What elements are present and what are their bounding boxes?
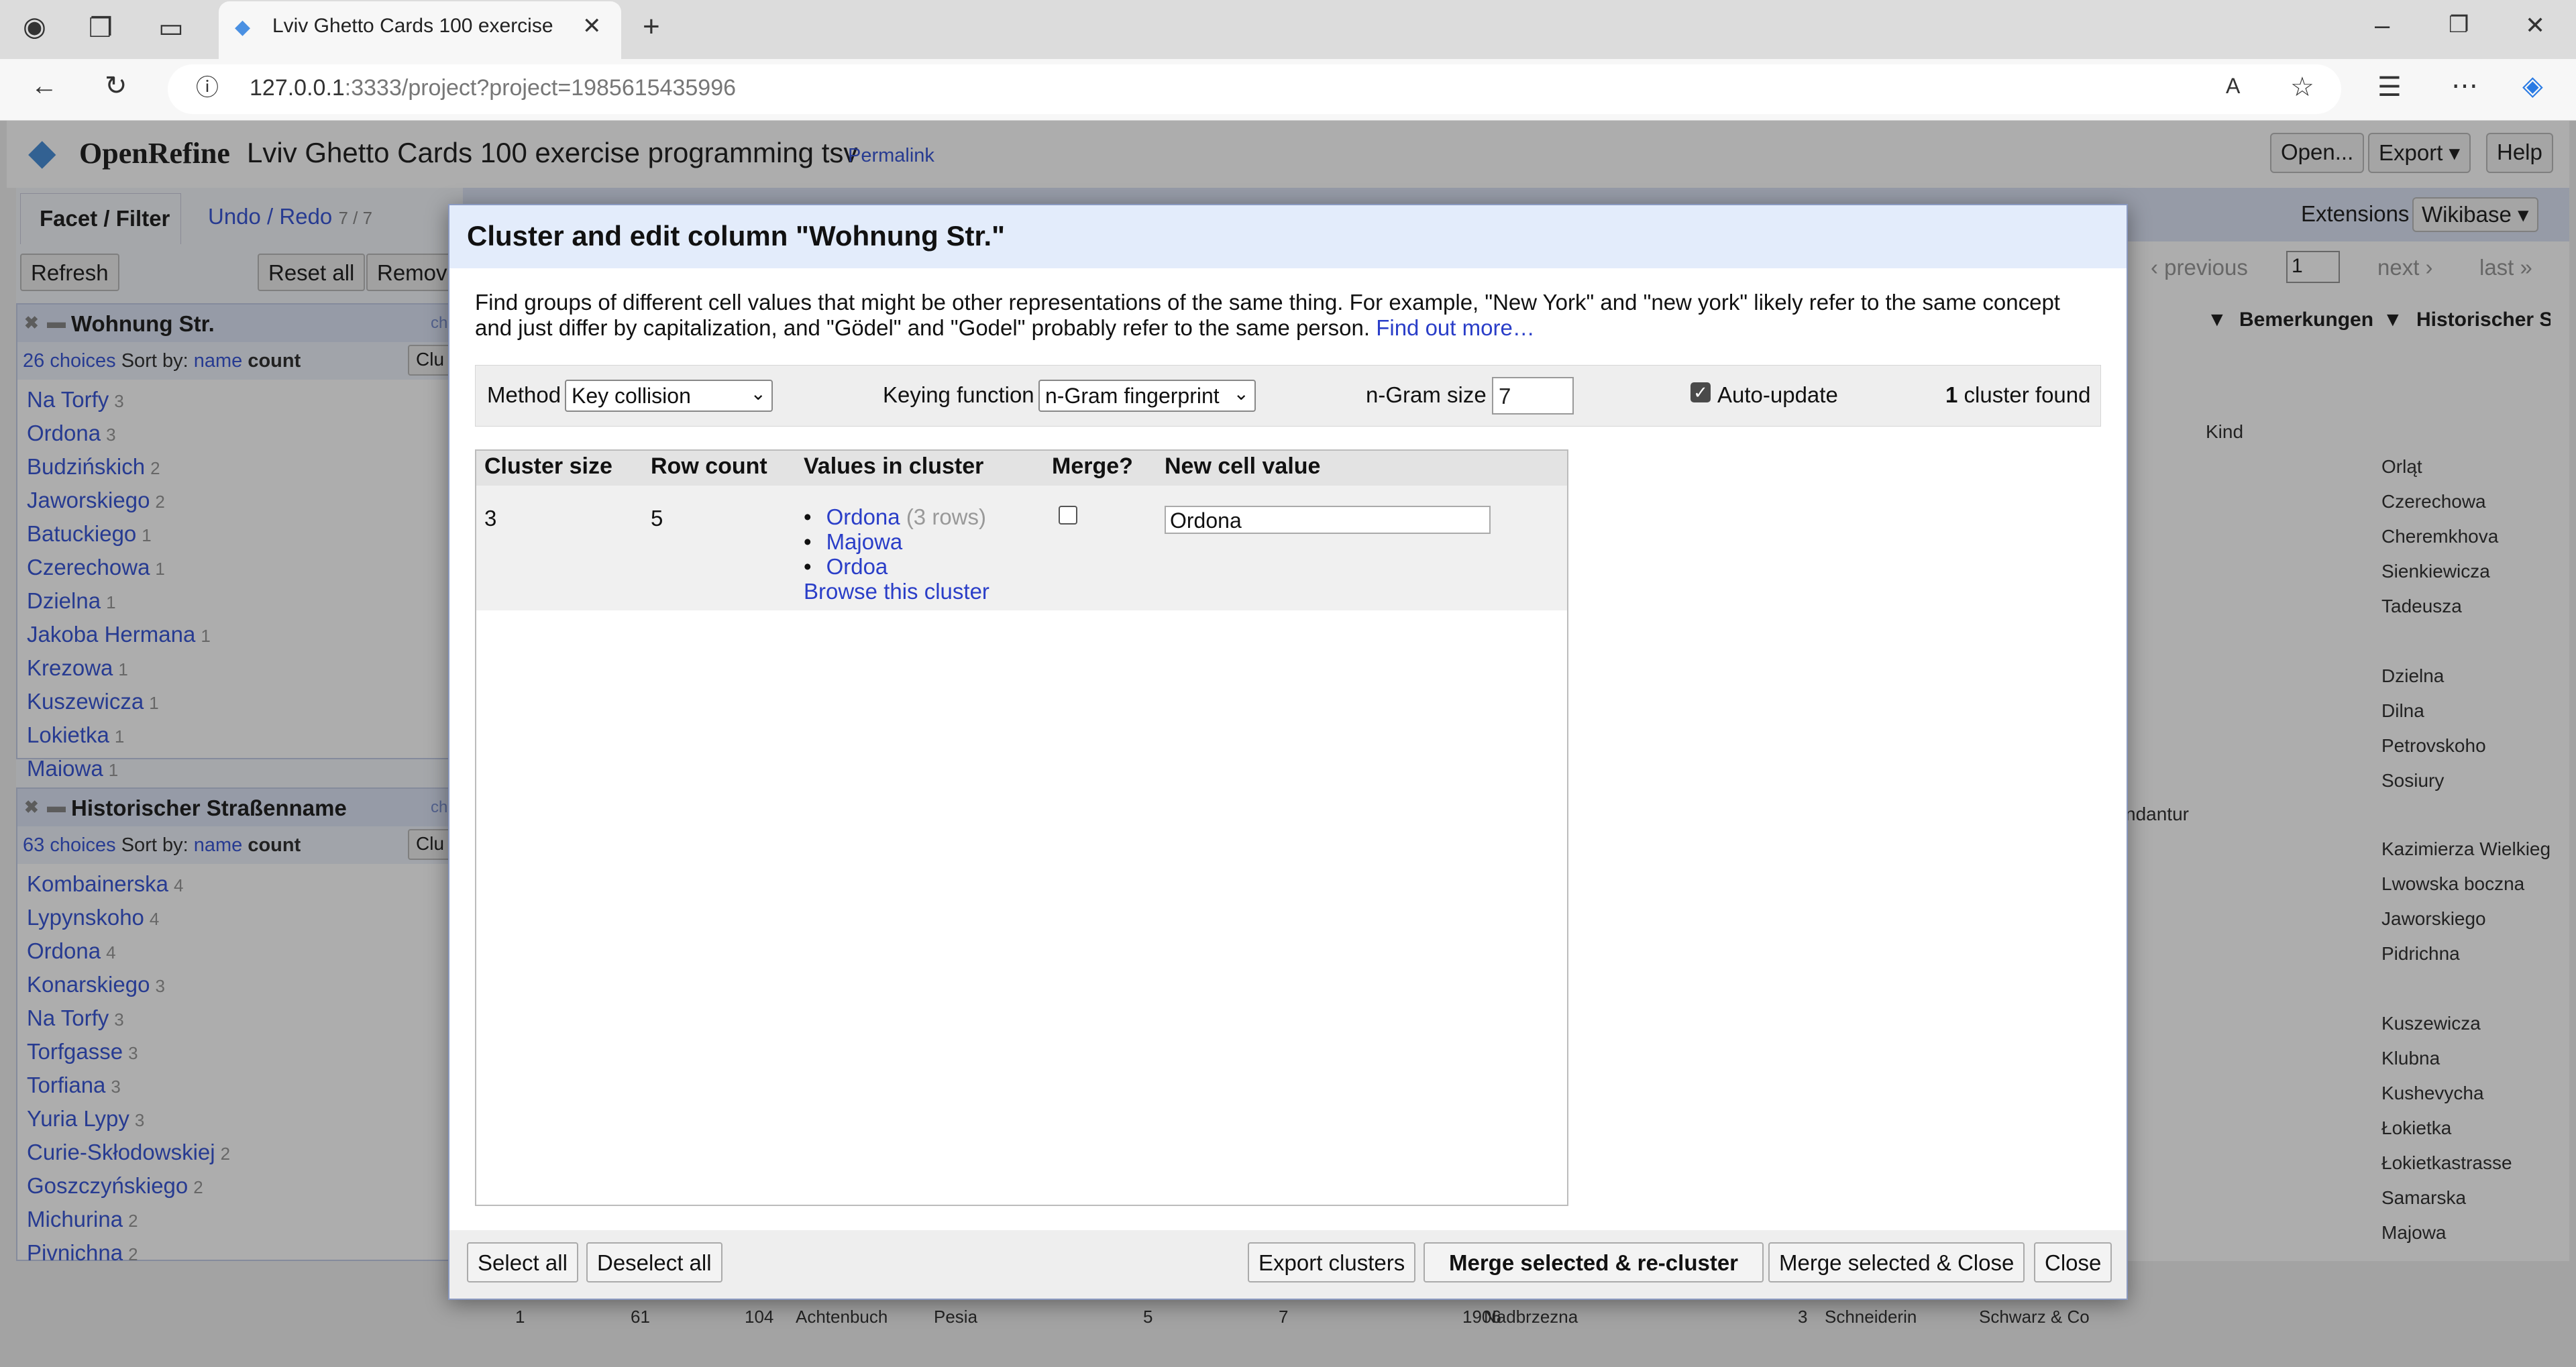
chevron-down-icon: ⌄ [750, 383, 766, 404]
favorite-star-icon[interactable]: ☆ [2290, 74, 2314, 101]
url-text[interactable]: 127.0.0.1:3333/project?project=198561543… [250, 75, 736, 101]
cluster-size-value: 3 [484, 506, 497, 531]
dialog-description: Find groups of different cell values tha… [475, 290, 2060, 340]
read-aloud-icon[interactable]: A [2226, 75, 2240, 97]
restore-icon[interactable]: ❐ [2449, 13, 2469, 36]
more-icon[interactable]: ⋯ [2451, 72, 2478, 99]
window-close-icon[interactable]: ✕ [2525, 13, 2545, 38]
row-count-value: 5 [651, 506, 663, 531]
method-select[interactable]: Key collision ⌄ [565, 380, 773, 412]
favorites-icon[interactable]: ☰ [2377, 74, 2402, 101]
keying-function-label: Keying function [883, 382, 1034, 407]
browse-cluster-link[interactable]: Browse this cluster [804, 579, 989, 604]
deselect-all-button[interactable]: Deselect all [586, 1242, 722, 1282]
cluster-value-link[interactable]: Majowa [826, 529, 903, 554]
export-clusters-button[interactable]: Export clusters [1248, 1242, 1416, 1282]
back-icon[interactable]: ← [31, 72, 58, 99]
workspaces-icon[interactable]: ❐ [89, 15, 113, 42]
openrefine-favicon-icon: ◆ [235, 16, 251, 38]
merge-close-button[interactable]: Merge selected & Close [1768, 1242, 2025, 1282]
minimize-icon[interactable]: – [2375, 12, 2390, 39]
new-cell-value-input[interactable]: Ordona [1165, 506, 1491, 534]
chevron-down-icon: ⌄ [1233, 383, 1249, 404]
method-label: Method [487, 382, 561, 407]
header-new-cell-value: New cell value [1165, 453, 1321, 479]
new-tab-icon[interactable]: + [643, 12, 660, 42]
cluster-value-link[interactable]: Ordona [826, 504, 900, 529]
close-button[interactable]: Close [2034, 1242, 2112, 1282]
site-info-icon[interactable]: ⓘ [196, 76, 219, 99]
merge-recluster-button[interactable]: Merge selected & re-cluster [1424, 1242, 1764, 1282]
header-row-count: Row count [651, 453, 767, 479]
keying-function-select[interactable]: n-Gram fingerprint ⌄ [1038, 380, 1256, 412]
auto-update-checkbox[interactable]: ✓ [1690, 382, 1711, 402]
tab-title: Lviv Ghetto Cards 100 exercise pr [272, 15, 554, 37]
close-tab-icon[interactable]: ✕ [582, 15, 602, 38]
reload-icon[interactable]: ↻ [105, 72, 127, 99]
ngram-size-label: n-Gram size [1366, 382, 1487, 407]
clusters-found-status: 1 cluster found [1945, 382, 2091, 407]
cluster-row [476, 486, 1567, 610]
tab-actions-icon[interactable]: ▭ [158, 15, 184, 42]
dialog-title: Cluster and edit column "Wohnung Str." [449, 205, 2127, 268]
header-values-in-cluster: Values in cluster [804, 453, 984, 479]
select-all-button[interactable]: Select all [467, 1242, 578, 1282]
header-cluster-size: Cluster size [484, 453, 612, 479]
cluster-values-list: • Ordona (3 rows) • Majowa • Ordoa Browse t… [804, 504, 989, 604]
auto-update-label: Auto-update [1717, 382, 1838, 407]
merge-checkbox[interactable] [1059, 506, 1077, 525]
find-out-more-link[interactable]: Find out more… [1376, 315, 1535, 340]
profile-icon[interactable]: ◉ [23, 13, 46, 40]
ngram-size-input[interactable]: 7 [1492, 377, 1574, 415]
header-merge: Merge? [1052, 453, 1133, 479]
cluster-value-link[interactable]: Ordoa [826, 554, 888, 579]
cluster-table-header [476, 451, 1567, 486]
copilot-icon[interactable]: ◈ [2522, 72, 2543, 99]
